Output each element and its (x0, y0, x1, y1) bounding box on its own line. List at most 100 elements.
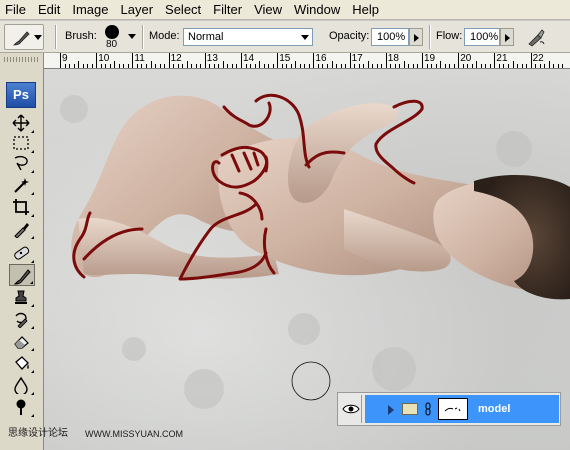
ruler-number: 11 (134, 53, 145, 64)
tool-history-brush[interactable] (9, 308, 35, 330)
toolbox: Ps (0, 53, 44, 450)
mask-preview (444, 407, 461, 412)
menu-image[interactable]: Image (66, 0, 114, 20)
options-bar: Brush: 80 Mode: Normal Opacity: 100% Flo… (0, 21, 570, 53)
watermark-text: 思缘设计论坛 (8, 428, 68, 439)
options-divider (429, 25, 431, 49)
layer-row-model[interactable]: model (337, 392, 561, 426)
chain-icon[interactable] (425, 402, 431, 416)
ruler-minor-tick (553, 64, 555, 68)
ruler-major-tick (349, 53, 351, 68)
menu-select[interactable]: Select (159, 0, 207, 20)
menu-filter[interactable]: Filter (207, 0, 248, 20)
tool-flyout-indicator (31, 392, 34, 395)
brush-cursor (291, 361, 331, 401)
brush-picker[interactable]: 80 (103, 24, 136, 52)
ruler-minor-tick (308, 64, 310, 68)
tool-flyout-indicator (31, 170, 34, 173)
ruler-minor-tick (449, 64, 451, 68)
ruler-major-tick (422, 53, 423, 68)
expand-arrow-icon[interactable] (388, 405, 394, 415)
tool-healing-brush[interactable] (9, 242, 35, 264)
ruler-minor-tick (236, 64, 238, 68)
ruler-minor-tick (78, 61, 80, 68)
tool-clone-stamp[interactable] (9, 286, 35, 308)
tool-paint-bucket[interactable] (9, 352, 35, 374)
tool-marquee[interactable] (9, 132, 35, 154)
layer-name: model (478, 403, 511, 415)
ruler-minor-tick (272, 64, 274, 68)
ruler-minor-tick (412, 64, 414, 68)
ruler-minor-tick (191, 64, 193, 68)
move-icon (12, 114, 30, 132)
mode-value: Normal (188, 31, 224, 43)
ruler-minor-tick (498, 64, 500, 68)
tool-dodge[interactable] (9, 396, 35, 418)
ruler-minor-tick (136, 64, 138, 68)
photoshop-logo[interactable]: Ps (6, 82, 36, 108)
opacity-field[interactable]: 100% (371, 28, 409, 46)
tool-crop[interactable] (9, 196, 35, 218)
ruler-number: 16 (315, 53, 327, 64)
tool-flyout-indicator (31, 304, 34, 307)
ruler-minor-tick (544, 64, 546, 68)
blur-icon (14, 376, 28, 394)
ruler-minor-tick (322, 64, 324, 68)
toolbox-grip[interactable] (4, 57, 40, 62)
ruler-minor-tick (109, 64, 111, 68)
ruler-minor-tick (521, 64, 523, 68)
layer-visibility-toggle[interactable] (340, 395, 362, 423)
ruler-minor-tick (372, 64, 374, 68)
menu-file[interactable]: File (0, 0, 32, 20)
ruler-number: 9 (62, 53, 68, 64)
ruler-minor-tick (444, 64, 446, 68)
ruler-minor-tick (259, 61, 261, 68)
ruler-minor-tick (376, 64, 378, 68)
ruler-minor-tick (218, 64, 220, 68)
eyedropper-icon (14, 223, 29, 238)
ruler-minor-tick (105, 64, 107, 68)
chevron-down-icon (128, 34, 136, 39)
ruler-minor-tick (435, 64, 437, 68)
menu-layer[interactable]: Layer (115, 0, 160, 20)
magic-wand-icon (14, 178, 29, 193)
mode-select[interactable]: Normal (183, 28, 313, 46)
flow-field[interactable]: 100% (464, 28, 500, 46)
opacity-slider-button[interactable] (409, 28, 423, 46)
tool-lasso[interactable] (9, 152, 35, 174)
menu-bar: File Edit Image Layer Select Filter View… (0, 0, 570, 20)
folder-icon (402, 403, 418, 415)
ruler-number: 12 (170, 53, 182, 64)
tool-magic-wand[interactable] (9, 174, 35, 196)
tool-preset-picker[interactable] (4, 24, 44, 50)
ruler-major-tick (458, 53, 460, 68)
ruler-minor-tick (159, 64, 161, 68)
chevron-right-icon (414, 34, 419, 42)
ruler-minor-tick (254, 64, 256, 68)
flow-slider-button[interactable] (500, 28, 514, 46)
ruler-minor-tick (426, 64, 428, 68)
menu-help[interactable]: Help (346, 0, 385, 20)
ruler-major-tick (241, 53, 242, 68)
tool-blur[interactable] (9, 374, 35, 396)
ruler-minor-tick (118, 64, 120, 68)
tool-move[interactable] (9, 112, 35, 134)
ruler-minor-tick (462, 64, 464, 68)
menu-edit[interactable]: Edit (32, 0, 66, 20)
layer-mask-thumbnail[interactable] (438, 398, 468, 420)
ruler-major-tick (313, 53, 315, 68)
airbrush-toggle[interactable] (526, 27, 546, 47)
ruler-major-tick (168, 53, 170, 68)
menu-window[interactable]: Window (288, 0, 346, 20)
layer-selection-highlight: model (365, 395, 559, 423)
tool-brush[interactable] (9, 264, 35, 286)
ruler-minor-tick (123, 64, 125, 68)
menu-view[interactable]: View (248, 0, 288, 20)
tool-eraser[interactable] (9, 330, 35, 352)
ruler-minor-tick (467, 64, 469, 68)
chevron-down-icon (301, 35, 309, 40)
ruler-major-tick (132, 53, 134, 68)
ruler-minor-tick (562, 64, 564, 68)
tool-eyedropper[interactable] (9, 218, 35, 240)
crop-icon (13, 199, 29, 215)
